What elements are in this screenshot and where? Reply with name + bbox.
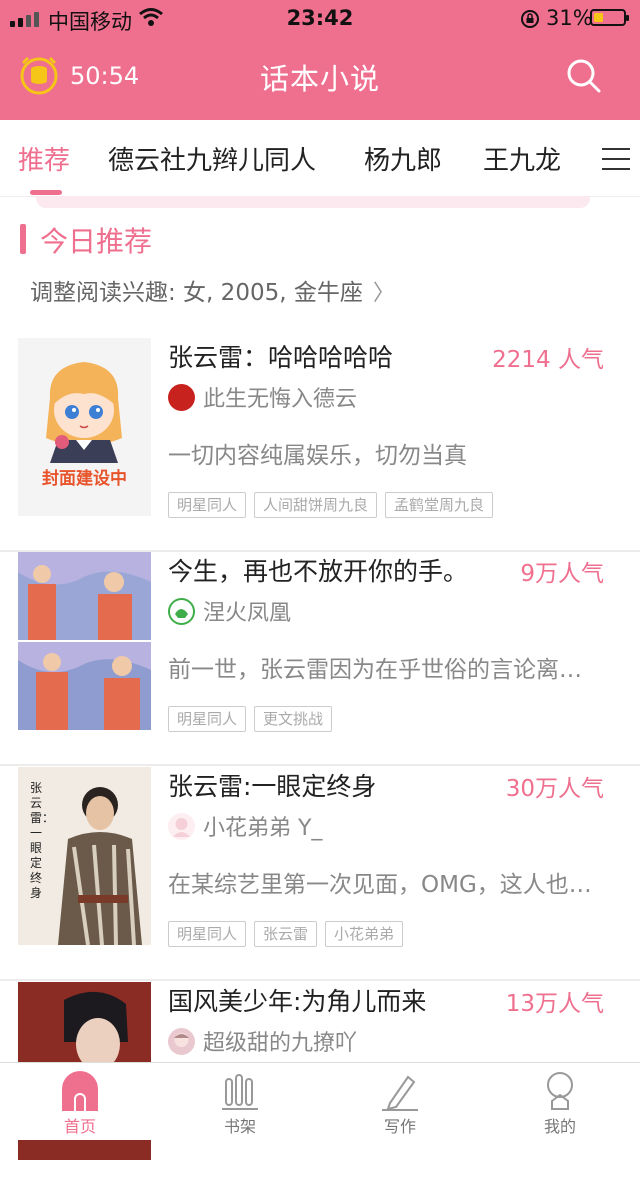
book-title: 国风美少年:为角儿而来 bbox=[168, 987, 427, 1016]
book-item[interactable]: 今生，再也不放开你的手。 9万人气 涅火凤凰 前一世，张云雷因为在乎世俗的言论离… bbox=[0, 552, 640, 766]
book-description: 在某综艺里第一次见面，OMG，这人也… bbox=[168, 872, 592, 898]
avatar bbox=[168, 597, 195, 625]
popularity: 30万人气 bbox=[505, 776, 604, 802]
tag[interactable]: 人间甜饼周九良 bbox=[254, 492, 378, 518]
cover-title-text: 张云雷：一眼定终身 bbox=[30, 781, 55, 900]
author-name: 超级甜的九撩吖 bbox=[203, 1031, 358, 1056]
cover-photo bbox=[18, 552, 151, 730]
active-tab-indicator bbox=[30, 190, 62, 195]
author-row: 涅火凤凰 bbox=[168, 596, 291, 626]
top-bar: 中国移动 23:42 31% 50:54 话本小说 bbox=[0, 0, 640, 120]
tag-list: 明星同人 更文挑战 bbox=[168, 706, 333, 732]
tag-list: 明星同人 张云雷 小花弟弟 bbox=[168, 921, 404, 947]
book-description: 一切内容纯属娱乐，切勿当真 bbox=[168, 443, 467, 469]
nav-label: 我的 bbox=[543, 1117, 576, 1136]
bottom-navigation: 首页 书架 写作 我的 bbox=[0, 1062, 640, 1140]
tag[interactable]: 张云雷 bbox=[254, 921, 318, 947]
book-description: 前一世，张云雷因为在乎世俗的言论离… bbox=[168, 657, 582, 683]
book-title: 今生，再也不放开你的手。 bbox=[168, 557, 469, 586]
book-cover: 封面建设中 bbox=[18, 338, 151, 516]
divider bbox=[0, 764, 640, 766]
placeholder-cover-illustration bbox=[46, 362, 122, 463]
author-name: 此生无悔入德云 bbox=[203, 387, 358, 412]
author-name: 涅火凤凰 bbox=[203, 601, 292, 626]
section-title: 今日推荐 bbox=[40, 225, 153, 258]
avatar bbox=[168, 812, 195, 840]
avatar bbox=[168, 383, 195, 411]
profile-icon bbox=[547, 1072, 573, 1110]
tag[interactable]: 明星同人 bbox=[168, 492, 247, 518]
tab-yangjiulang[interactable]: 杨九郎 bbox=[364, 140, 442, 177]
search-icon[interactable] bbox=[566, 58, 602, 94]
popularity: 2214 人气 bbox=[492, 347, 604, 373]
app-title: 话本小说 bbox=[259, 62, 380, 96]
popularity: 13万人气 bbox=[505, 991, 604, 1017]
pen-icon bbox=[382, 1075, 418, 1111]
book-title: 张云雷：哈哈哈哈哈 bbox=[168, 343, 394, 372]
book-title: 张云雷:一眼定终身 bbox=[168, 772, 377, 801]
clock: 23:42 bbox=[286, 6, 354, 30]
battery-percent: 31% bbox=[546, 6, 593, 30]
tab-deyunshe[interactable]: 德云社九辫儿同人 bbox=[108, 140, 316, 177]
chevron-right-icon: 〉 bbox=[372, 281, 395, 306]
cover-placeholder-text: 封面建设中 bbox=[42, 469, 127, 489]
tag-list: 明星同人 人间甜饼周九良 孟鹤堂周九良 bbox=[168, 492, 494, 518]
avatar bbox=[168, 1027, 195, 1055]
section-accent-bar bbox=[20, 224, 26, 254]
nav-write[interactable]: 写作 bbox=[320, 1063, 480, 1140]
nav-bookshelf[interactable]: 书架 bbox=[160, 1063, 320, 1140]
bookshelf-icon bbox=[222, 1074, 258, 1110]
nav-label: 首页 bbox=[63, 1117, 96, 1136]
tab-recommend[interactable]: 推荐 bbox=[18, 140, 70, 177]
home-icon bbox=[62, 1071, 98, 1111]
tab-wangjiulong[interactable]: 王九龙 bbox=[483, 140, 561, 177]
author-row: 超级甜的九撩吖 bbox=[168, 1026, 357, 1056]
divider bbox=[0, 979, 640, 981]
menu-icon[interactable] bbox=[602, 148, 630, 170]
popularity: 9万人气 bbox=[520, 561, 604, 587]
tag[interactable]: 明星同人 bbox=[168, 706, 247, 732]
author-row: 小花弟弟 Y_ bbox=[168, 811, 322, 841]
book-cover: 张云雷：一眼定终身 bbox=[18, 767, 151, 945]
book-item[interactable]: 张云雷：一眼定终身 张云雷:一眼定终身 30万人气 小花弟弟 Y_ 在某综艺里第… bbox=[0, 767, 640, 981]
nav-home[interactable]: 首页 bbox=[0, 1063, 160, 1140]
banner-edge bbox=[36, 196, 590, 208]
nav-profile[interactable]: 我的 bbox=[480, 1063, 640, 1140]
app-header: 50:54 话本小说 bbox=[0, 38, 640, 120]
status-bar: 中国移动 23:42 31% bbox=[0, 0, 640, 38]
book-item[interactable]: 封面建设中 张云雷：哈哈哈哈哈 2214 人气 此生无悔入德云 一切内容纯属娱乐… bbox=[0, 338, 640, 552]
rotation-lock-icon bbox=[521, 10, 539, 28]
interest-settings-link[interactable]: 调整阅读兴趣: 女, 2005, 金牛座〉 bbox=[30, 273, 395, 307]
category-tabs: 推荐 德云社九辫儿同人 杨九郎 王九龙 bbox=[0, 120, 640, 197]
author-row: 此生无悔入德云 bbox=[168, 382, 357, 412]
nav-label: 写作 bbox=[383, 1117, 416, 1136]
interest-text: 调整阅读兴趣: 女, 2005, 金牛座 bbox=[30, 280, 363, 306]
tag[interactable]: 小花弟弟 bbox=[325, 921, 404, 947]
tag[interactable]: 明星同人 bbox=[168, 921, 247, 947]
tag[interactable]: 更文挑战 bbox=[254, 706, 333, 732]
book-cover bbox=[18, 552, 151, 730]
tag[interactable]: 孟鹤堂周九良 bbox=[385, 492, 494, 518]
nav-label: 书架 bbox=[223, 1117, 256, 1136]
author-name: 小花弟弟 Y_ bbox=[203, 816, 323, 841]
battery-icon bbox=[590, 9, 629, 26]
